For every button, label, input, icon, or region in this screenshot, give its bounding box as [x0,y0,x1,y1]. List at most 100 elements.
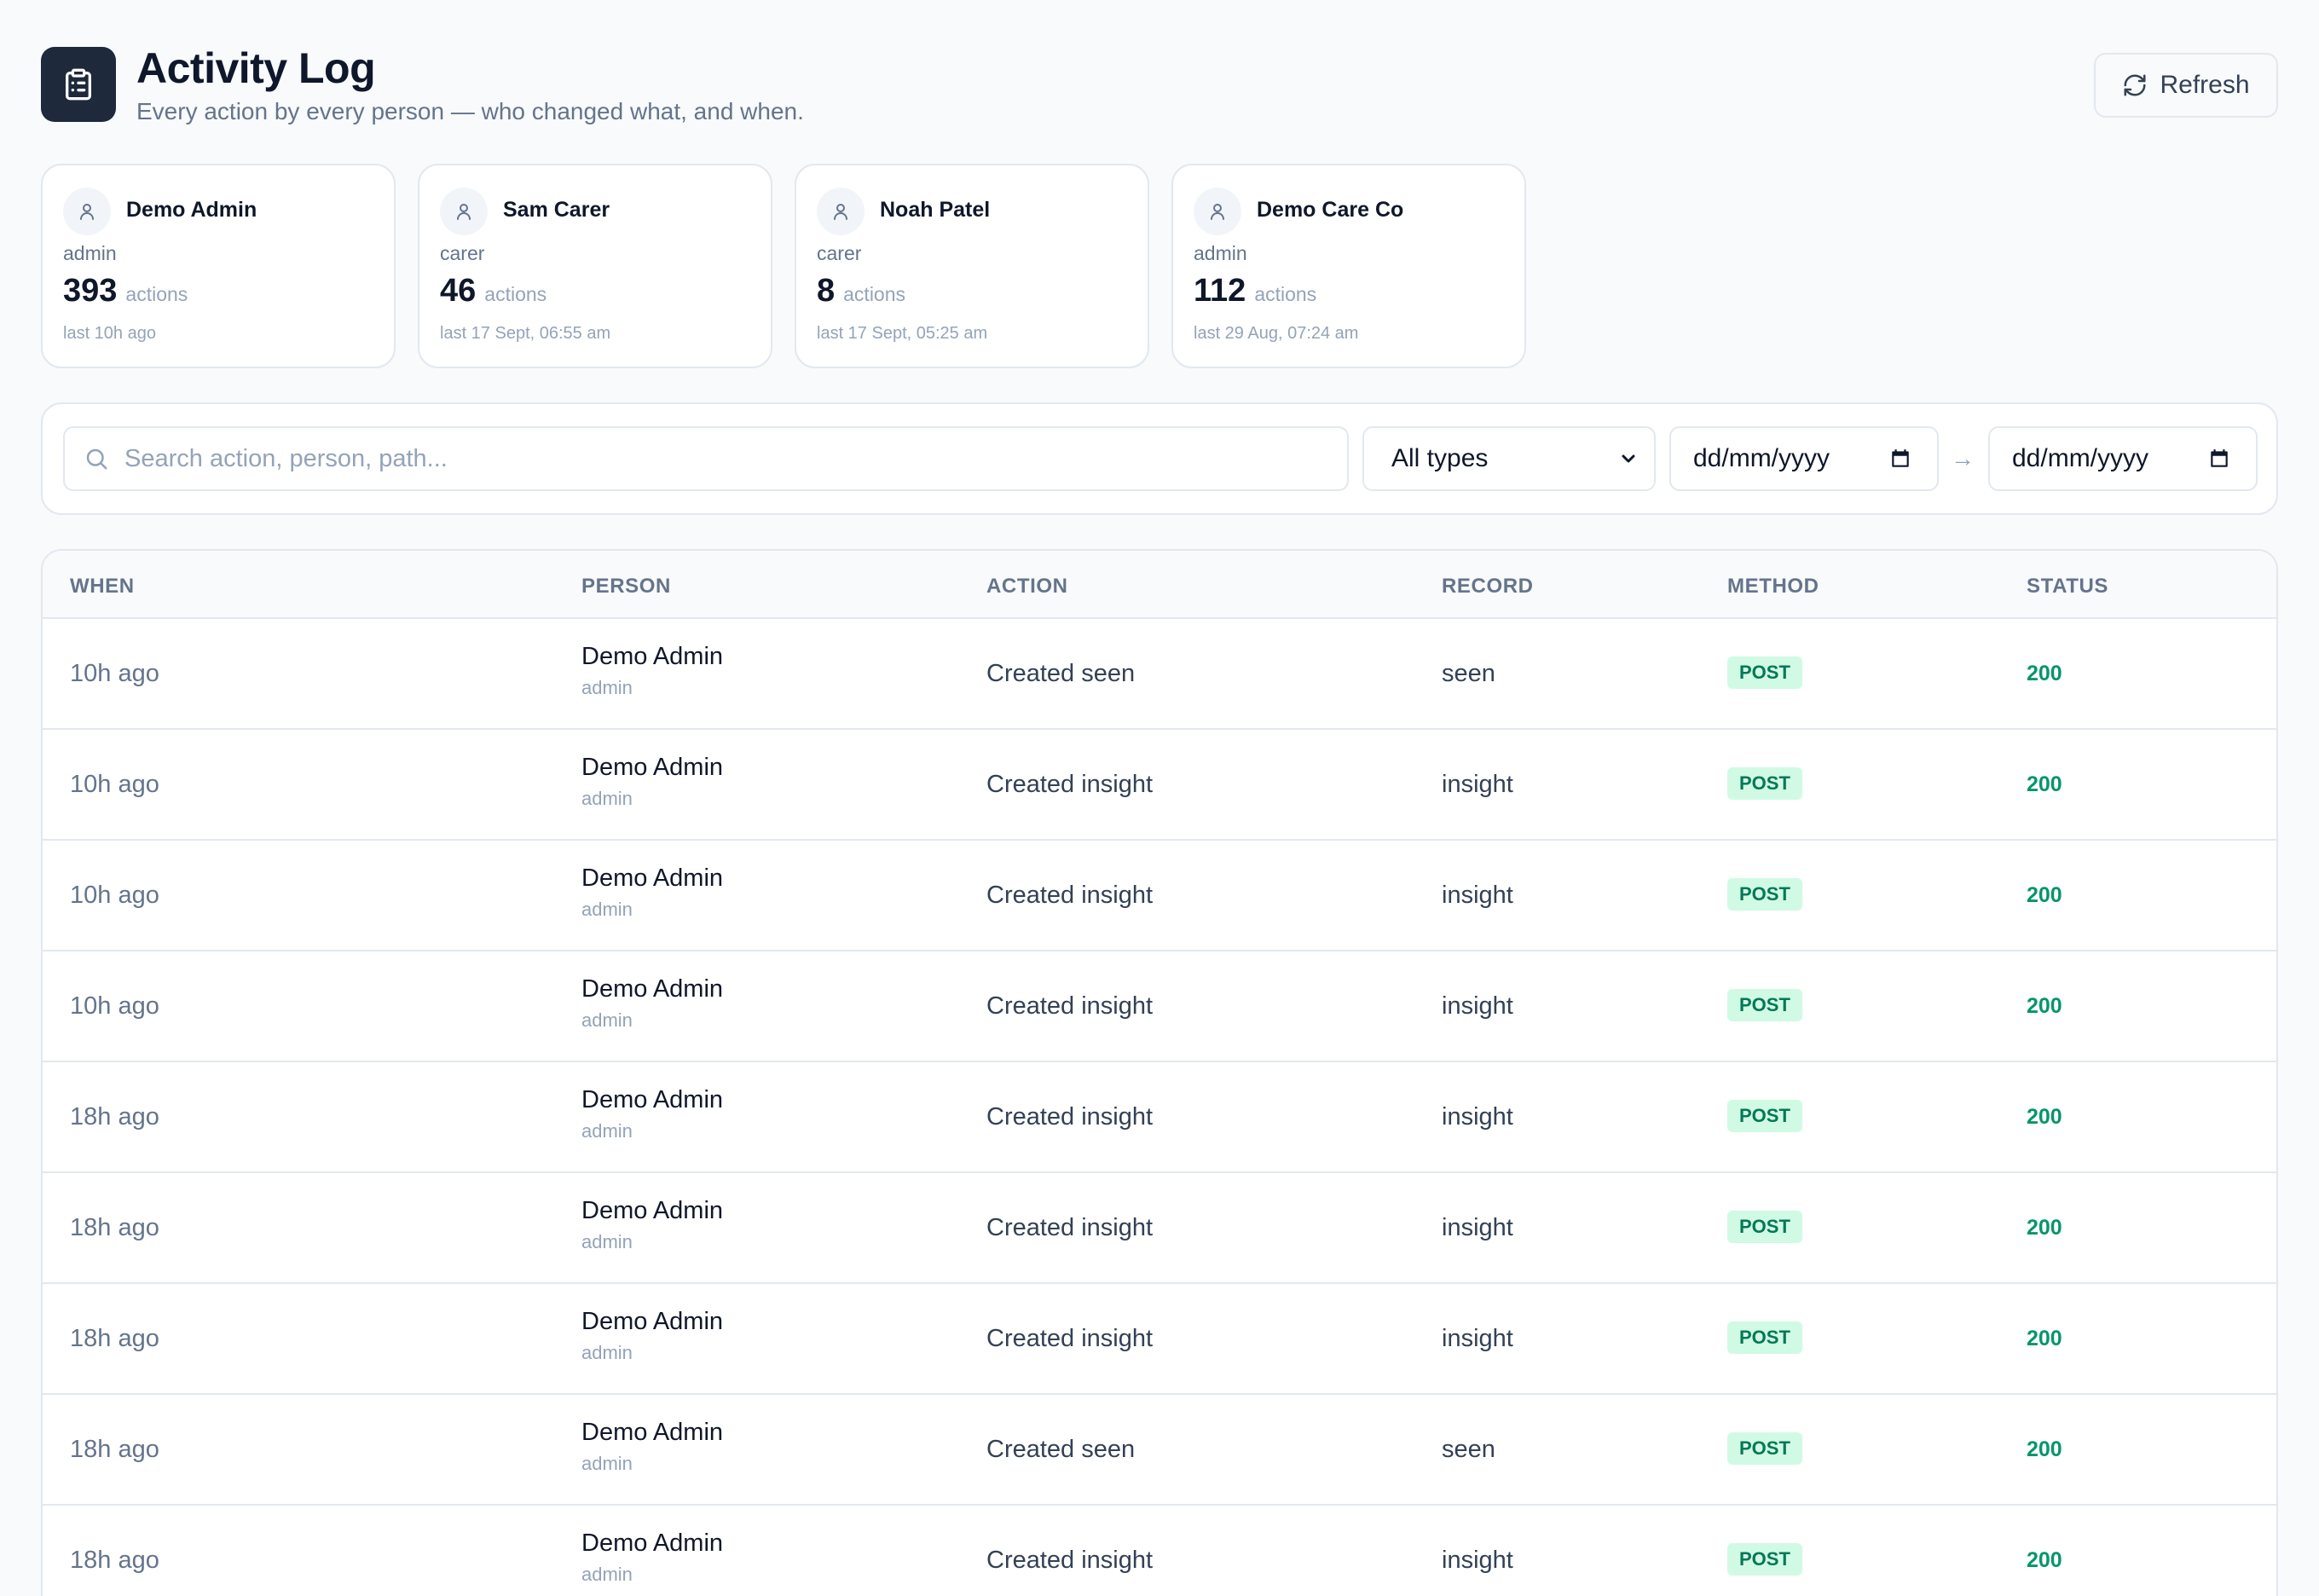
page-header: Activity Log Every action by every perso… [41,44,2278,124]
person-role: admin [63,242,117,264]
cell-when: 10h ago [70,882,159,909]
table-row[interactable]: 10h ago Demo Admin admin Created seen see… [43,619,2276,730]
person-name: Demo Admin [581,1530,724,1557]
cell-status: 200 [2027,662,2062,685]
table-row[interactable]: 18h ago Demo Admin admin Created insight … [43,1506,2276,1596]
column-header-action[interactable]: ACTION [986,575,1068,598]
refresh-label: Refresh [2160,71,2250,99]
cell-record: insight [1442,1103,1513,1130]
cell-action: Created insight [986,1214,1154,1241]
filter-bar: All types dd/mm/yyyy → dd/mm/yyyy [41,402,2278,515]
cell-when: 18h ago [70,1436,159,1463]
cell-status: 200 [2027,1548,2062,1572]
person-role: carer [440,242,485,264]
column-header-status[interactable]: STATUS [2027,575,2108,598]
action-count: 46 [440,273,477,309]
cell-person: Demo Admin admin [581,863,723,921]
cell-when: 18h ago [70,1325,159,1352]
cell-method: POST [1727,1100,1802,1132]
type-select-value: All types [1391,444,1489,472]
cell-record: insight [1442,992,1513,1020]
cell-action: Created insight [986,992,1154,1020]
cell-action: Created insight [986,1103,1154,1130]
cell-method: POST [1727,1543,1802,1576]
person-name: Demo Admin [581,864,724,892]
cell-action: Created insight [986,771,1154,798]
action-count-label: actions [1254,283,1317,305]
person-name: Sam Carer [503,198,610,222]
user-icon [1194,188,1241,235]
cell-person: Demo Admin admin [581,641,723,699]
cell-method: POST [1727,1432,1802,1465]
person-role: admin [581,677,633,698]
method-badge: POST [1727,1321,1802,1354]
person-role: carer [817,242,862,264]
person-name: Noah Patel [880,198,991,222]
cell-record: insight [1442,1325,1513,1352]
method-badge: POST [1727,1432,1802,1465]
action-count: 393 [63,273,118,309]
column-header-method[interactable]: METHOD [1727,575,1819,598]
cell-when: 18h ago [70,1547,159,1574]
cell-when: 18h ago [70,1103,159,1130]
person-role: admin [581,1564,633,1585]
table-row[interactable]: 10h ago Demo Admin admin Created insight … [43,730,2276,841]
cell-method: POST [1727,878,1802,911]
person-card[interactable]: Sam Carer carer 46 actions last 17 Sept, … [418,164,772,368]
person-role: admin [581,1342,633,1363]
column-header-record[interactable]: RECORD [1442,575,1534,598]
cell-record: insight [1442,1214,1513,1241]
last-activity: last 10h ago [63,324,156,343]
action-count-label: actions [484,283,547,305]
page-title: Activity Log [136,44,376,92]
column-header-when[interactable]: WHEN [70,575,135,598]
cell-when: 10h ago [70,660,159,687]
table-row[interactable]: 18h ago Demo Admin admin Created insight … [43,1062,2276,1173]
user-icon [440,188,488,235]
activity-table: WHEN PERSON ACTION RECORD METHOD STATUS … [41,549,2278,1596]
person-summary-cards: Demo Admin admin 393 actions last 10h ago… [41,164,1526,368]
refresh-button[interactable]: Refresh [2094,53,2278,118]
table-row[interactable]: 18h ago Demo Admin admin Created insight … [43,1173,2276,1284]
person-card[interactable]: Demo Admin admin 393 actions last 10h ago [41,164,396,368]
table-row[interactable]: 18h ago Demo Admin admin Created insight … [43,1284,2276,1395]
table-row[interactable]: 10h ago Demo Admin admin Created insight … [43,841,2276,951]
date-from-field[interactable]: dd/mm/yyyy [1669,426,1939,491]
method-badge: POST [1727,1211,1802,1243]
user-icon [817,188,865,235]
person-name: Demo Admin [581,643,724,670]
cell-status: 200 [2027,1216,2062,1240]
person-name: Demo Admin [581,1197,724,1224]
search-input[interactable] [124,444,1347,473]
action-count: 8 [817,273,836,309]
person-role: admin [581,1120,633,1142]
person-card[interactable]: Noah Patel carer 8 actions last 17 Sept, … [795,164,1149,368]
method-badge: POST [1727,1543,1802,1576]
search-box[interactable] [63,426,1349,491]
table-row[interactable]: 18h ago Demo Admin admin Created seen see… [43,1395,2276,1506]
calendar-icon[interactable] [1889,448,1911,470]
column-header-person[interactable]: PERSON [581,575,671,598]
person-name: Demo Care Co [1257,198,1404,222]
table-row[interactable]: 10h ago Demo Admin admin Created insight … [43,951,2276,1062]
date-to-field[interactable]: dd/mm/yyyy [1988,426,2258,491]
cell-method: POST [1727,767,1802,800]
person-role: admin [581,899,633,920]
type-select[interactable]: All types [1362,426,1656,491]
action-count-label: actions [843,283,906,305]
cell-person: Demo Admin admin [581,1417,723,1475]
person-card[interactable]: Demo Care Co admin 112 actions last 29 Au… [1171,164,1526,368]
table-header: WHEN PERSON ACTION RECORD METHOD STATUS [43,551,2276,619]
cell-person: Demo Admin admin [581,1306,723,1364]
method-badge: POST [1727,1100,1802,1132]
method-badge: POST [1727,989,1802,1021]
cell-record: insight [1442,882,1513,909]
method-badge: POST [1727,656,1802,689]
cell-person: Demo Admin admin [581,1528,723,1586]
calendar-icon[interactable] [2208,448,2230,470]
chevron-down-icon [1622,454,1635,463]
table-body: 10h ago Demo Admin admin Created seen see… [43,619,2276,1596]
cell-person: Demo Admin admin [581,1084,723,1142]
page-subtitle: Every action by every person — who chang… [136,98,804,124]
last-activity: last 17 Sept, 05:25 am [817,324,988,343]
